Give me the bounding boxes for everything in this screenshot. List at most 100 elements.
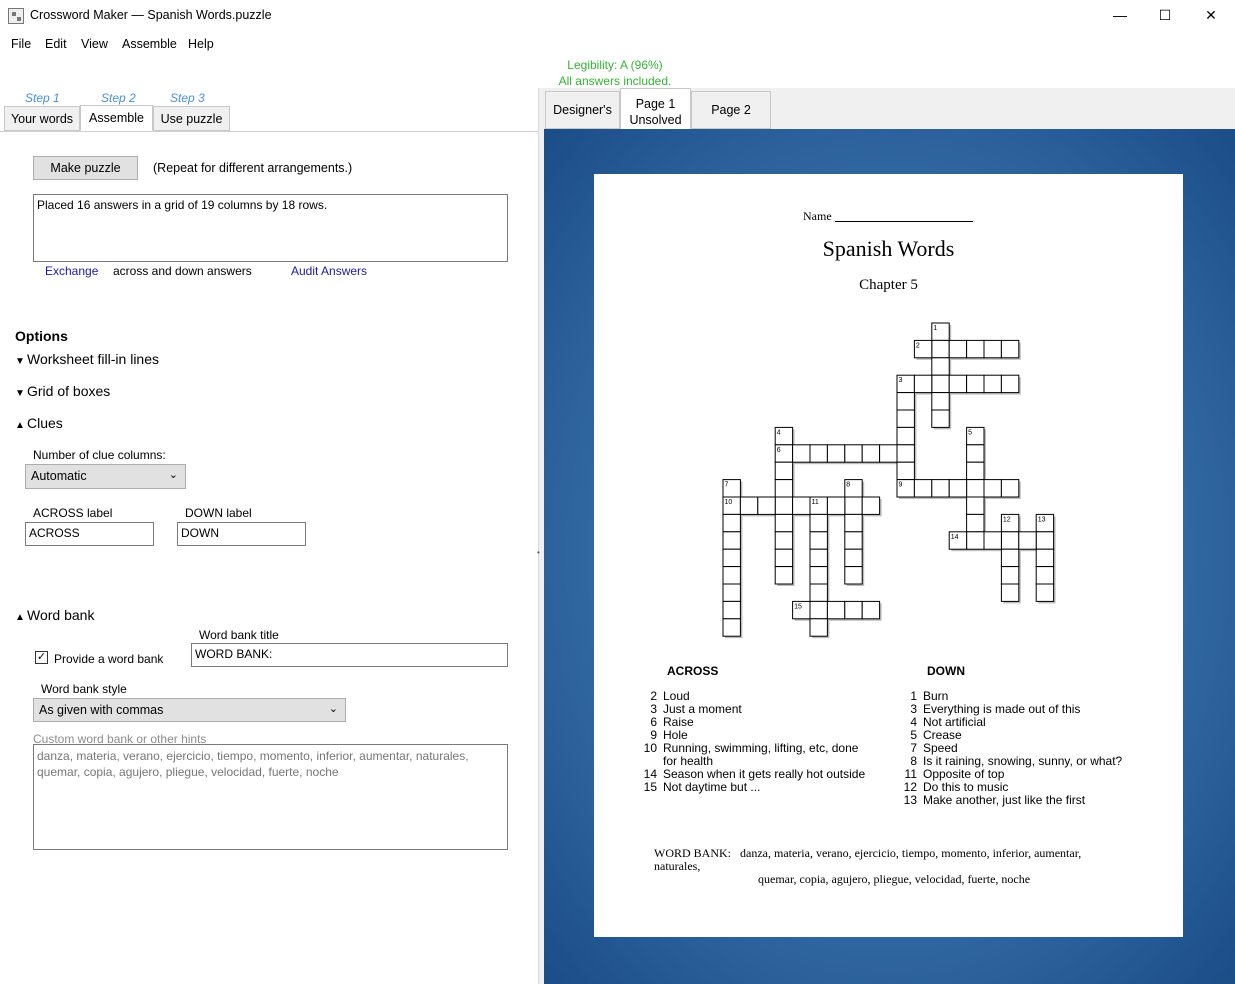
tab-assemble[interactable]: Assemble [80, 105, 153, 131]
cell-number: 9 [899, 482, 903, 489]
tab-divider [0, 131, 541, 132]
splitter-grip-icon: • [537, 548, 540, 557]
grid-cell [739, 496, 759, 515]
grid-cell [983, 479, 1002, 498]
tab-designers[interactable]: Designer's [545, 91, 620, 129]
minimize-button[interactable]: — [1097, 0, 1143, 31]
grid-section-toggle[interactable]: ▼ Grid of boxes [15, 383, 110, 399]
grid-cell [983, 339, 1002, 359]
clue-number: 13 [903, 793, 917, 807]
wordbank-style-value: As given with commas [39, 703, 164, 717]
grid-cell [722, 566, 741, 585]
menu-view[interactable]: View [81, 37, 108, 51]
tab-unsolved-label: Unsolved [629, 113, 682, 127]
grid-cell [1035, 566, 1055, 585]
menu-help[interactable]: Help [188, 37, 214, 51]
exchange-link[interactable]: Exchange [45, 264, 98, 278]
grid-cell [966, 531, 985, 550]
grid-section-label: Grid of boxes [27, 383, 111, 399]
tab-your-words[interactable]: Your words [4, 106, 80, 131]
menu-file[interactable]: File [11, 37, 31, 51]
clues-section-label: Clues [27, 415, 63, 431]
wordbank-section-toggle[interactable]: ▲ Word bank [15, 607, 94, 623]
grid-cell [826, 600, 846, 620]
grid-cell [774, 496, 794, 515]
cell-number: 14 [951, 534, 959, 541]
step-1-label: Step 1 [25, 91, 60, 105]
chevron-down-icon: ▼ [15, 388, 25, 399]
wordbank-style-dropdown[interactable]: As given with commas ⌄ [33, 698, 346, 722]
clue-columns-label: Number of clue columns: [33, 448, 166, 462]
grid-cell [931, 357, 950, 376]
tab-page-1-unsolved[interactable]: Page 1 Unsolved [620, 88, 691, 129]
grid-cell [1000, 583, 1020, 602]
menu-assemble[interactable]: Assemble [122, 37, 177, 51]
chevron-down-icon: ⌄ [328, 703, 338, 715]
crossword-app-icon [8, 8, 24, 24]
grid-cell [1035, 548, 1055, 568]
wordbank-title-input[interactable]: WORD BANK: [191, 643, 508, 667]
custom-hints-textarea[interactable]: danza, materia, verano, ejercicio, tiemp… [33, 744, 508, 850]
grid-cell [879, 444, 898, 463]
clue-number: 10 [643, 741, 657, 755]
grid-cell [966, 444, 985, 463]
grid-cell [844, 513, 863, 533]
grid-cell [1000, 566, 1020, 585]
worksheet-section-toggle[interactable]: ▼ Worksheet fill-in lines [15, 351, 159, 367]
menu-edit[interactable]: Edit [45, 37, 67, 51]
tab-page-2[interactable]: Page 2 [691, 91, 771, 129]
grid-cell [861, 600, 881, 620]
clue-columns-value: Automatic [31, 469, 87, 483]
audit-answers-link[interactable]: Audit Answers [291, 264, 367, 278]
cell-number: 6 [777, 447, 781, 454]
make-puzzle-button[interactable]: Make puzzle [33, 156, 138, 180]
grid-cell [722, 531, 741, 550]
grid-cell [896, 426, 915, 446]
grid-cell [1000, 374, 1020, 394]
down-label-caption: DOWN label [185, 506, 252, 520]
down-label-value: DOWN [181, 526, 219, 540]
across-label-value: ACROSS [29, 526, 80, 540]
across-label-input[interactable]: ACROSS [25, 522, 154, 546]
grid-cell [809, 618, 828, 637]
custom-hints-value: danza, materia, verano, ejercicio, tiemp… [37, 749, 469, 779]
down-heading: DOWN [927, 664, 965, 678]
grid-cell [966, 461, 985, 481]
wordbank-style-caption: Word bank style [41, 682, 127, 696]
puzzle-wordbank-label: WORD BANK: [654, 846, 731, 860]
clue-item: 15 Not daytime but ... [639, 781, 865, 794]
legibility-grade: Legibility: A (96%) [567, 58, 663, 72]
grid-cell [809, 548, 828, 568]
tab-designers-label: Designer's [553, 103, 612, 117]
cell-number: 4 [777, 429, 781, 436]
grid-cell [809, 513, 828, 533]
grid-cell [966, 339, 985, 359]
grid-cell [966, 513, 985, 533]
placed-output-box[interactable]: Placed 16 answers in a grid of 19 column… [33, 194, 508, 262]
grid-cell [809, 566, 828, 585]
across-clue-list: 2 Loud 3 Just a moment 6 Raise 9 Hole 10 Running,… [639, 690, 865, 794]
clues-section-toggle[interactable]: ▲ Clues [15, 415, 63, 431]
grid-cell [792, 496, 811, 515]
close-button[interactable]: ✕ [1188, 0, 1234, 31]
cell-number: 13 [1038, 516, 1046, 523]
grid-cell [722, 618, 741, 637]
tab-use-puzzle[interactable]: Use puzzle [153, 106, 230, 131]
puzzle-wordbank-line-2: quemar, copia, agujero, pliegue, velocid… [758, 872, 1031, 886]
grid-cell [722, 583, 741, 602]
exchange-note: across and down answers [113, 264, 252, 278]
down-label-input[interactable]: DOWN [177, 522, 306, 546]
grid-cell [722, 600, 741, 620]
placed-output-text: Placed 16 answers in a grid of 19 column… [37, 198, 328, 212]
maximize-button[interactable]: ☐ [1142, 0, 1188, 31]
grid-cell [1000, 548, 1020, 568]
cell-number: 5 [968, 429, 972, 436]
grid-cell [896, 409, 915, 428]
grid-cell [809, 600, 828, 620]
across-label-caption: ACROSS label [33, 506, 113, 520]
grid-cell [896, 444, 915, 463]
grid-cell [844, 444, 863, 463]
provide-wordbank-checkbox[interactable]: ✓ [35, 651, 48, 664]
clue-columns-dropdown[interactable]: Automatic ⌄ [25, 464, 186, 489]
grid-cell [948, 374, 968, 394]
